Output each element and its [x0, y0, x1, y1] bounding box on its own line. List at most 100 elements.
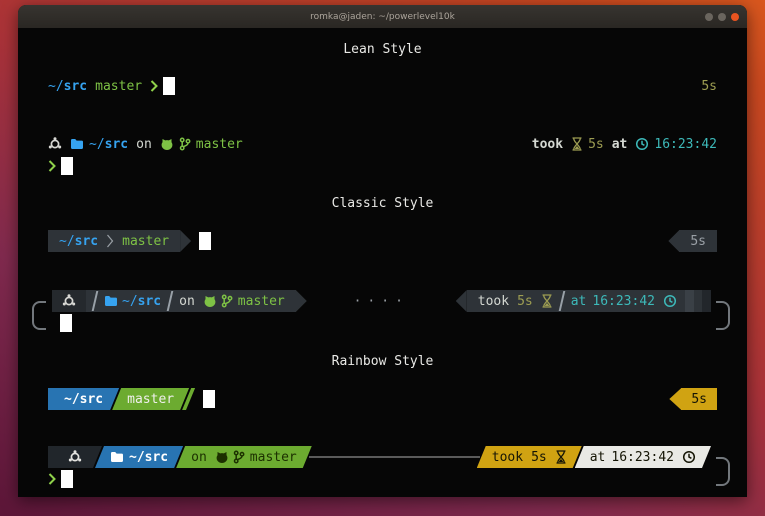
lean-style-heading: Lean Style: [18, 38, 747, 60]
ubuntu-logo-icon: [68, 450, 82, 464]
path-dir: src: [105, 137, 128, 152]
titlebar[interactable]: romka@jaden: ~/powerlevel10k: [18, 5, 747, 28]
path-dir: src: [80, 392, 103, 407]
git-branch-name: master: [238, 294, 285, 309]
thin-separator: [167, 291, 174, 311]
path-prefix: ~/: [122, 294, 138, 309]
rainbow-style-heading: Rainbow Style: [18, 350, 747, 372]
hourglass-icon: [541, 294, 553, 308]
path-prefix: ~/: [129, 450, 145, 465]
powerline-segment-right: took 5s at 16:23:42: [467, 290, 711, 312]
git-branch-name: master: [122, 234, 169, 249]
rainbow-prompt-2: ~/src on master took 5s: [18, 446, 747, 490]
folder-icon: [70, 138, 84, 150]
rainbow-prompt-2-line-2: [18, 468, 747, 490]
path-dir: src: [75, 234, 98, 249]
window-buttons: [705, 5, 739, 28]
powerline-arrow-icon: [180, 230, 191, 252]
current-time: 16:23:42: [654, 137, 717, 152]
segment-path: ~/src: [48, 388, 119, 410]
segment-duration: 5s: [681, 388, 717, 410]
took-label: took: [478, 294, 509, 309]
desktop-wallpaper: romka@jaden: ~/powerlevel10k Lean Style …: [0, 0, 765, 516]
command-duration: 5s: [588, 137, 604, 152]
powerline-segment-path: ~/src master: [48, 230, 180, 252]
github-icon: [203, 295, 217, 308]
text-cursor: [60, 314, 72, 332]
command-duration: 5s: [517, 294, 533, 309]
lean-prompt-2-line-1: ~/src on master took 5s at: [18, 133, 747, 155]
path-prefix: ~/: [59, 234, 75, 249]
git-branch-name: master: [196, 137, 243, 152]
thin-separator: [558, 291, 565, 311]
path-prefix: ~/: [48, 79, 64, 94]
github-icon: [215, 451, 229, 464]
heading-text: Rainbow Style: [332, 354, 434, 369]
path-dir: src: [138, 294, 161, 309]
segment-duration: took 5s: [477, 446, 582, 468]
on-label: on: [136, 137, 152, 152]
at-label: at: [571, 294, 587, 309]
command-duration: 5s: [701, 79, 717, 94]
github-icon: [160, 138, 174, 151]
hourglass-icon: [571, 137, 583, 151]
clock-icon: [635, 137, 649, 151]
git-branch-icon: [179, 137, 191, 151]
path-dir: src: [64, 79, 87, 94]
on-label: on: [179, 294, 195, 309]
powerline-arrow-icon: [296, 290, 307, 312]
clock-icon: [663, 294, 677, 308]
on-label: on: [191, 450, 207, 465]
segment-path: ~/src: [95, 446, 183, 468]
rainbow-prompt-2-line-1: ~/src on master took 5s: [18, 446, 747, 468]
ubuntu-logo-icon: [62, 294, 76, 308]
segment-branch: master: [112, 388, 189, 410]
thin-separator: [92, 291, 99, 311]
git-branch-name: master: [250, 450, 297, 465]
heading-text: Classic Style: [332, 196, 434, 211]
classic-prompt-1: ~/src master 5s: [18, 230, 747, 252]
classic-prompt-2-line-2: [18, 312, 747, 334]
current-time: 16:23:42: [592, 294, 655, 309]
at-label: at: [612, 137, 628, 152]
command-duration: 5s: [690, 234, 706, 249]
git-branch-name: master: [127, 392, 174, 407]
path-prefix: ~/: [89, 137, 105, 152]
path-prefix: ~/: [64, 392, 80, 407]
folder-icon: [104, 295, 118, 307]
close-button[interactable]: [731, 13, 739, 21]
prompt-filler-dots: ····: [307, 294, 456, 309]
chevron-right-icon: [150, 80, 158, 92]
segment-time: at 16:23:42: [575, 446, 711, 468]
terminal-content[interactable]: Lean Style ~/src master 5s ~/src: [18, 28, 747, 497]
classic-style-heading: Classic Style: [18, 192, 747, 214]
rainbow-prompt-1: ~/src master 5s: [18, 388, 747, 410]
maximize-button[interactable]: [718, 13, 726, 21]
segment-fade: [702, 290, 711, 312]
prompt-connector-line: [309, 456, 480, 458]
powerline-segment-left: ~/src on master: [52, 290, 296, 312]
path-dir: src: [145, 450, 168, 465]
current-time: 16:23:42: [611, 450, 674, 465]
text-cursor: [61, 157, 73, 175]
lean-prompt-1: ~/src master 5s: [18, 75, 747, 97]
clock-icon: [682, 450, 696, 464]
segment-fade: [685, 290, 694, 312]
powerline-arrow-icon: [456, 290, 467, 312]
text-cursor: [163, 77, 175, 95]
ubuntu-logo-icon: [48, 137, 62, 151]
git-branch-name: master: [95, 79, 142, 94]
thin-separator-icon: [106, 234, 114, 248]
powerline-arrow-icon: [668, 230, 679, 252]
segment-os: [48, 446, 102, 468]
command-duration: 5s: [691, 392, 707, 407]
took-label: took: [532, 137, 563, 152]
minimize-button[interactable]: [705, 13, 713, 21]
terminal-window: romka@jaden: ~/powerlevel10k Lean Style …: [18, 5, 747, 497]
powerline-arrow-icon: [669, 388, 681, 410]
window-title: romka@jaden: ~/powerlevel10k: [310, 12, 455, 22]
hourglass-icon: [555, 450, 567, 464]
classic-prompt-2: ~/src on master ···· took 5s: [18, 290, 747, 334]
powerline-segment-duration: 5s: [679, 230, 717, 252]
chevron-right-icon: [48, 473, 56, 485]
